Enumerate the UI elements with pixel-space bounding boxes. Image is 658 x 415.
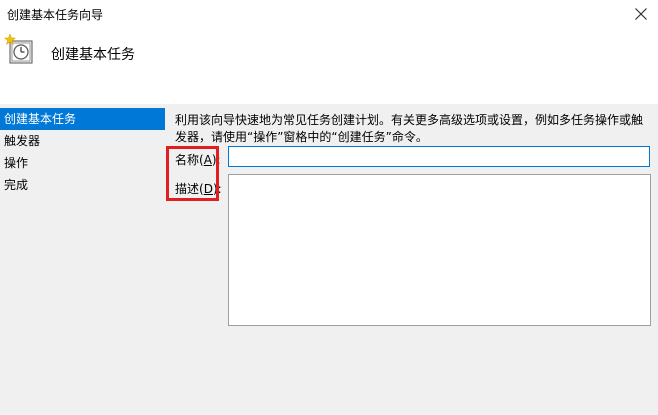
nav-item-action[interactable]: 操作 (0, 152, 165, 174)
wizard-steps-nav: 创建基本任务 触发器 操作 完成 (0, 108, 165, 196)
wizard-header: 创建基本任务 (0, 28, 658, 104)
close-icon (635, 8, 647, 20)
clock-task-icon (4, 33, 33, 64)
window-title: 创建基本任务向导 (7, 8, 104, 22)
page-title: 创建基本任务 (51, 47, 135, 63)
nav-item-trigger[interactable]: 触发器 (0, 130, 165, 152)
wizard-content: 创建基本任务 触发器 操作 完成 利用该向导快速地为常见任务创建计划。有关更多高… (0, 104, 658, 415)
wizard-description: 利用该向导快速地为常见任务创建计划。有关更多高级选项或设置，例如多任务操作或触发… (175, 113, 644, 144)
name-input[interactable] (228, 146, 650, 167)
title-bar: 创建基本任务向导 (0, 0, 658, 28)
description-textarea[interactable] (228, 174, 651, 326)
nav-item-create-basic-task[interactable]: 创建基本任务 (0, 108, 165, 130)
highlight-box (166, 146, 219, 201)
close-button[interactable] (624, 0, 658, 28)
nav-item-finish[interactable]: 完成 (0, 174, 165, 196)
